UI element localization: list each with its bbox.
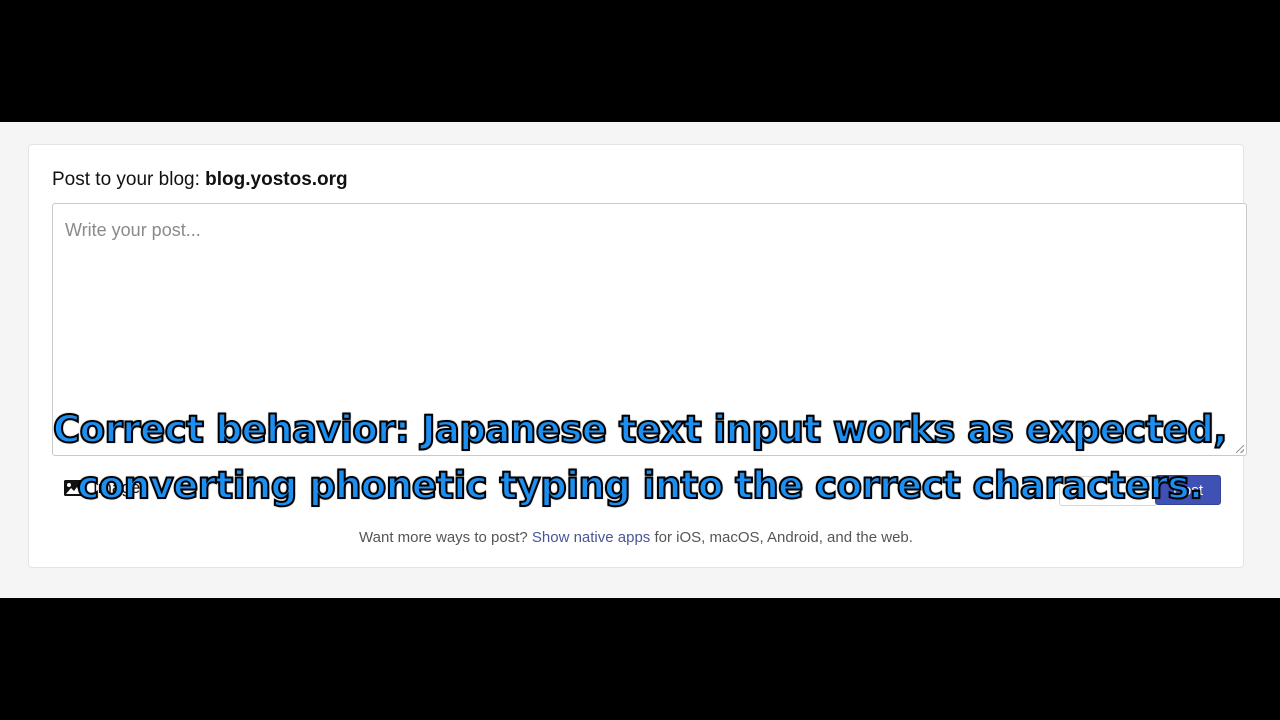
caption-line-1: Correct behavior: Japanese text input wo… <box>52 407 1228 452</box>
more-ways-prefix: Want more ways to post? <box>359 529 532 546</box>
blog-prefix-label: Post to your blog: <box>52 169 206 190</box>
post-placeholder: Write your post... <box>65 220 201 240</box>
blog-name: blog.yostos.org <box>205 169 348 190</box>
video-caption: Correct behavior: Japanese text input wo… <box>0 402 1280 514</box>
letterbox-bottom <box>0 598 1280 720</box>
letterbox-top <box>0 0 1280 122</box>
more-ways-suffix: for iOS, macOS, Android, and the web. <box>650 529 913 546</box>
more-ways-footer: Want more ways to post? Show native apps… <box>29 529 1243 546</box>
show-native-apps-link[interactable]: Show native apps <box>532 529 650 546</box>
caption-line-2: converting phonetic typing into the corr… <box>76 463 1204 508</box>
blog-target-heading: Post to your blog: blog.yostos.org <box>52 169 348 191</box>
browser-viewport: Post to your blog: blog.yostos.org Write… <box>0 122 1280 598</box>
